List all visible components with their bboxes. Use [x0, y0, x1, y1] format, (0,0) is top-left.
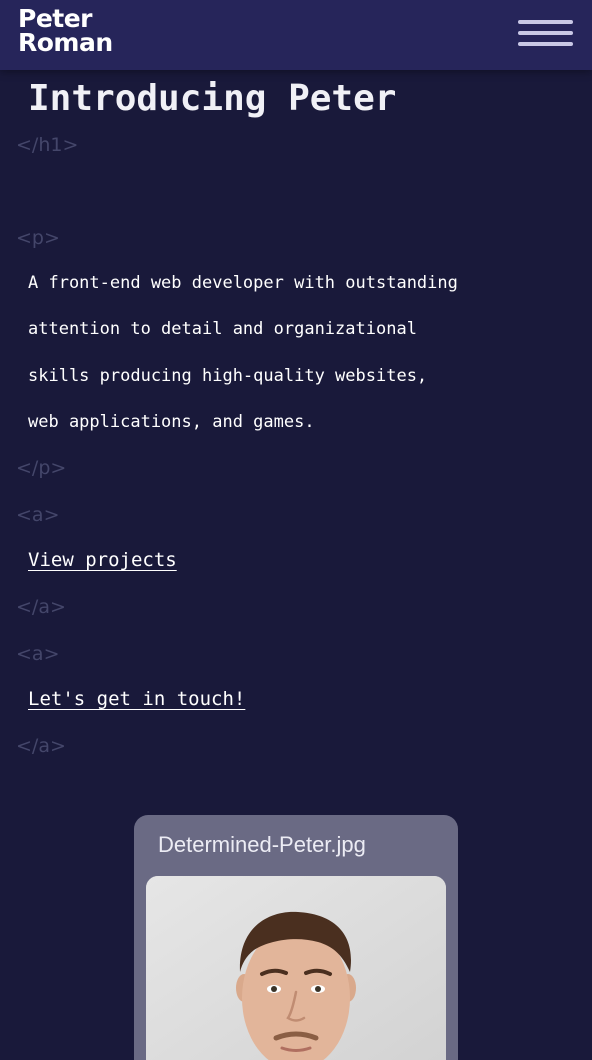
a-open-tag-contact: <a> — [16, 643, 60, 665]
intro-line-2: attention to detail and organizational — [28, 319, 417, 339]
a-close-tag-projects: </a> — [16, 596, 66, 618]
a-open-tag-projects: <a> — [16, 504, 60, 526]
p-close-tag: </p> — [16, 457, 67, 479]
image-window: Determined-Peter.jpg — [134, 815, 458, 1060]
hamburger-menu-icon[interactable] — [514, 16, 576, 52]
a-close-tag-contact: </a> — [16, 735, 66, 757]
page-title: Introducing Peter — [28, 78, 397, 119]
get-in-touch-link[interactable]: Let's get in touch! — [28, 686, 245, 712]
intro-line-4: web applications, and games. — [28, 412, 315, 432]
intro-line-1: A front-end web developer with outstandi… — [28, 273, 458, 293]
image-window-title: Determined-Peter.jpg — [158, 832, 366, 857]
site-header: Peter Roman — [0, 0, 592, 70]
profile-photo — [146, 876, 446, 1060]
p-open-tag: <p> — [16, 227, 60, 249]
intro-line-3: skills producing high-quality websites, — [28, 366, 428, 386]
view-projects-link[interactable]: View projects — [28, 547, 177, 573]
logo-line-last: Roman — [18, 28, 113, 57]
h1-close-tag: </h1> — [16, 134, 79, 156]
logo[interactable]: Peter Roman — [18, 6, 148, 63]
